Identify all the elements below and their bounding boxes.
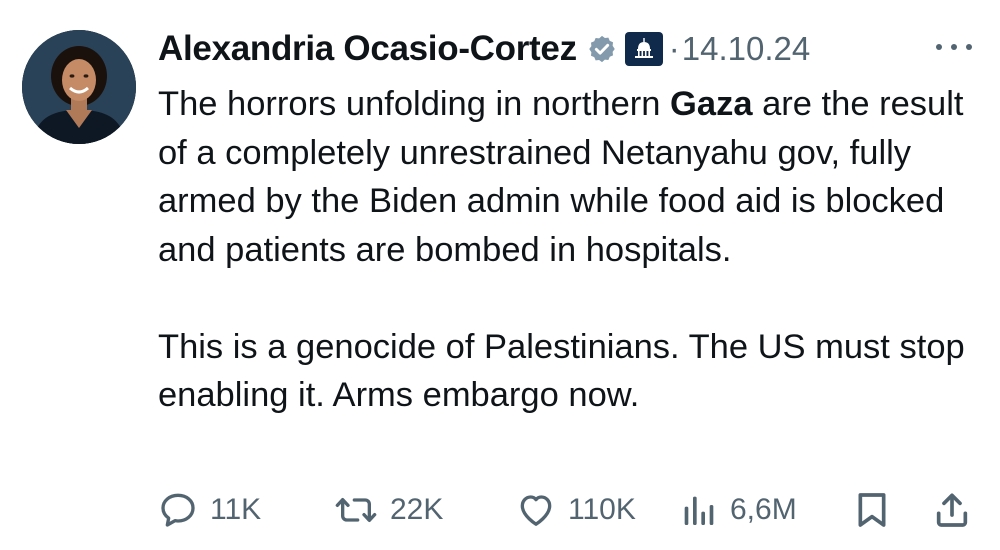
views-button[interactable]: 6,6M: [678, 486, 797, 534]
tweet-text-segment: The horrors unfolding in northern: [158, 85, 671, 123]
repost-button[interactable]: 22K: [334, 486, 443, 534]
like-button[interactable]: 110K: [516, 486, 636, 534]
bookmark-button[interactable]: [854, 486, 890, 534]
tweet-paragraph-1: The horrors unfolding in northern Gaza a…: [158, 80, 978, 274]
share-button[interactable]: [932, 486, 972, 534]
repost-count: 22K: [390, 493, 444, 526]
reply-count: 11K: [210, 493, 262, 526]
bookmark-icon: [858, 493, 886, 527]
author-name[interactable]: Alexandria Ocasio-Cortez: [158, 29, 577, 69]
views-chart-icon: [684, 496, 714, 525]
reply-button[interactable]: 11K: [158, 486, 261, 534]
repost-icon: [335, 498, 377, 522]
avatar-image: [22, 30, 136, 144]
header-separator: ·: [668, 30, 680, 67]
capitol-building-icon[interactable]: [624, 32, 663, 66]
tweet-header: Alexandria Ocasio-Cortez · 14.10.24: [158, 26, 980, 72]
reply-icon: [161, 493, 195, 527]
like-count: 110K: [568, 493, 636, 526]
views-count: 6,6M: [730, 493, 797, 526]
avatar[interactable]: [22, 30, 136, 144]
tweet-date[interactable]: 14.10.24: [682, 30, 810, 68]
heart-icon: [520, 495, 552, 526]
tweet: Alexandria Ocasio-Cortez · 14.10.24 The …: [0, 0, 1000, 550]
hashtag-gaza[interactable]: Gaza: [670, 85, 752, 123]
share-icon: [936, 493, 968, 527]
more-options-icon[interactable]: [936, 32, 972, 62]
tweet-paragraph-2: This is a genocide of Palestinians. The …: [158, 327, 965, 415]
tweet-text: The horrors unfolding in northern Gaza a…: [158, 80, 978, 420]
verified-badge-icon[interactable]: [587, 34, 617, 64]
action-bar: 11K 22K 110K 6,6M: [158, 486, 978, 534]
